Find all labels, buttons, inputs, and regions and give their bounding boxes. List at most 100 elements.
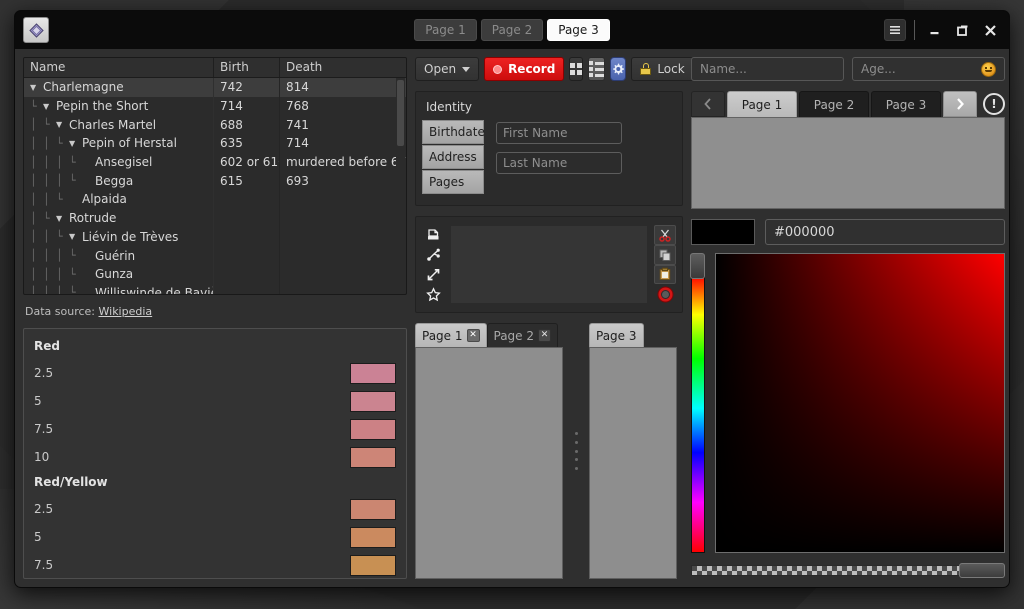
right-tab-page-2[interactable]: Page 2 <box>799 91 869 117</box>
table-row[interactable]: │ │ │ └ ─Begga 615 693 <box>24 171 406 191</box>
color-swatch[interactable] <box>350 362 396 384</box>
right-tab-page-3[interactable]: Page 3 <box>871 91 941 117</box>
table-row[interactable]: │ │ │ └ ─Ansegisel 602 or 610 murdered before … <box>24 152 406 172</box>
paste-clipboard-icon[interactable] <box>654 264 676 285</box>
table-row[interactable]: │ └ ▼ Rotrude <box>24 208 406 228</box>
hue-slider[interactable] <box>690 253 705 553</box>
color-value-label: 7.5 <box>34 558 54 572</box>
star-icon[interactable] <box>422 286 444 304</box>
smiley-face-icon[interactable] <box>981 61 996 77</box>
splitter-grip[interactable] <box>573 432 579 470</box>
preview-canvas[interactable] <box>450 225 648 304</box>
chevron-down-icon[interactable]: ▼ <box>56 214 69 223</box>
list-item[interactable]: 5 <box>24 523 406 551</box>
color-swatch[interactable] <box>350 554 396 576</box>
color-picker: #000000 <box>690 219 1005 579</box>
main-toolbar: Open Record Lock <box>415 57 694 81</box>
table-row[interactable]: │ └ ▼ Charles Martel 688 741 <box>24 115 406 135</box>
record-button[interactable]: Record <box>484 57 565 81</box>
hex-color-input[interactable]: #000000 <box>765 219 1005 245</box>
page-navigator-page[interactable] <box>691 117 1005 209</box>
color-swatch[interactable] <box>350 418 396 440</box>
bottom-tab-page-2[interactable]: Page 2 ✕ <box>486 323 558 347</box>
table-row[interactable]: │ │ │ └ ─Guérin <box>24 246 406 265</box>
bottom-tab-page-3[interactable]: Page 3 <box>589 323 644 347</box>
tab-widget-a-page[interactable] <box>415 347 563 579</box>
chevron-down-icon[interactable]: ▼ <box>69 232 82 241</box>
copy-icon[interactable] <box>654 244 676 265</box>
maximize-icon[interactable] <box>951 19 973 41</box>
node-branch-icon[interactable] <box>422 245 444 263</box>
hue-gradient-strip[interactable] <box>691 275 705 553</box>
cut-scissors-icon[interactable] <box>654 225 676 245</box>
name-search-input[interactable]: Name... <box>691 57 844 81</box>
color-swatch[interactable] <box>350 390 396 412</box>
close-icon[interactable]: ✕ <box>466 329 480 342</box>
list-item[interactable]: 10 <box>24 443 406 471</box>
table-row[interactable]: │ │ └ ─Alpaida <box>24 190 406 209</box>
info-button[interactable]: ! <box>983 93 1005 115</box>
list-item[interactable]: 5 <box>24 387 406 415</box>
window-tab-page-3[interactable]: Page 3 <box>547 19 610 41</box>
settings-gear-icon[interactable] <box>610 57 627 81</box>
current-color-swatch[interactable] <box>691 219 755 245</box>
chevron-right-icon[interactable] <box>943 91 977 117</box>
open-button[interactable]: Open <box>415 57 480 81</box>
hue-slider-handle[interactable] <box>690 253 705 279</box>
tree-cell-birth <box>214 227 280 247</box>
table-row[interactable]: │ │ └ ▼ Pepin of Herstal 635 714 <box>24 134 406 153</box>
tab-birthdate[interactable]: Birthdate <box>422 120 485 144</box>
chevron-down-icon[interactable]: ▼ <box>56 120 69 129</box>
alpha-slider-handle[interactable] <box>959 562 1005 578</box>
chevron-down-icon[interactable]: ▼ <box>30 83 43 92</box>
alpha-slider[interactable] <box>691 561 1005 579</box>
close-icon[interactable] <box>979 19 1001 41</box>
chevron-down-icon[interactable]: ▼ <box>43 102 56 111</box>
expand-arrows-icon[interactable] <box>422 266 444 284</box>
tree-header-death[interactable]: Death <box>280 58 406 77</box>
menu-icon[interactable] <box>884 19 906 41</box>
list-item[interactable]: 7.5 <box>24 415 406 443</box>
list-item[interactable]: 2.5 <box>24 359 406 387</box>
tree-header-birth[interactable]: Birth <box>214 58 280 77</box>
color-swatch[interactable] <box>350 526 396 548</box>
window-tab-page-1[interactable]: Page 1 <box>414 19 477 41</box>
table-row[interactable]: ▼ Charlemagne 742 814 <box>24 78 406 97</box>
genealogy-tree[interactable]: Name Birth Death ▼ Charlemagne 742 814 └ ▼ Pep… <box>23 57 407 295</box>
window-tab-page-2[interactable]: Page 2 <box>480 19 544 41</box>
table-row[interactable]: │ │ └ ▼ Liévin de Trèves <box>24 227 406 247</box>
table-row[interactable]: │ │ │ └ ─Gunza <box>24 264 406 284</box>
list-item[interactable]: 7.5 <box>24 551 406 578</box>
tab-widget-b-page[interactable] <box>589 347 677 579</box>
alpha-checker-track[interactable] <box>691 564 961 576</box>
grid-view-icon[interactable] <box>569 57 584 81</box>
age-search-input[interactable]: Age... <box>852 57 1005 81</box>
wikipedia-link[interactable]: Wikipedia <box>99 305 153 318</box>
list-view-icon[interactable] <box>588 57 606 81</box>
tree-cell-name: │ │ └ ▼ Liévin de Trèves <box>24 227 214 247</box>
bottom-tab-page-1[interactable]: Page 1 ✕ <box>415 323 487 347</box>
table-row[interactable]: │ │ │ └ ─Williswinde de Bavière <box>24 283 406 294</box>
close-icon[interactable]: ✕ <box>538 329 551 342</box>
tab-pages[interactable]: Pages <box>422 170 484 194</box>
printer-icon[interactable] <box>422 225 444 243</box>
last-name-input[interactable]: Last Name <box>496 152 622 174</box>
first-name-input[interactable]: First Name <box>496 122 622 144</box>
lock-button[interactable]: Lock <box>631 57 694 81</box>
chevron-down-icon[interactable]: ▼ <box>69 139 82 148</box>
tree-scrollbar[interactable] <box>396 78 405 293</box>
color-swatch[interactable] <box>350 446 396 468</box>
tree-indent-guide: └ <box>56 136 63 150</box>
tab-address[interactable]: Address <box>422 145 484 169</box>
right-tab-page-1[interactable]: Page 1 <box>727 91 797 117</box>
saturation-value-field[interactable] <box>715 253 1005 553</box>
title-separator <box>914 20 915 40</box>
color-swatch[interactable] <box>350 498 396 520</box>
soil-color-list[interactable]: Red 2.5 5 7.5 10 Red/Yellow 2.5 5 7.5 <box>23 328 407 579</box>
tree-header-name[interactable]: Name <box>24 58 214 77</box>
chevron-left-icon[interactable] <box>691 91 725 117</box>
minimize-icon[interactable] <box>923 19 945 41</box>
table-row[interactable]: └ ▼ Pepin the Short 714 768 <box>24 96 406 116</box>
list-item[interactable]: 2.5 <box>24 495 406 523</box>
record-stop-icon[interactable] <box>654 284 676 304</box>
